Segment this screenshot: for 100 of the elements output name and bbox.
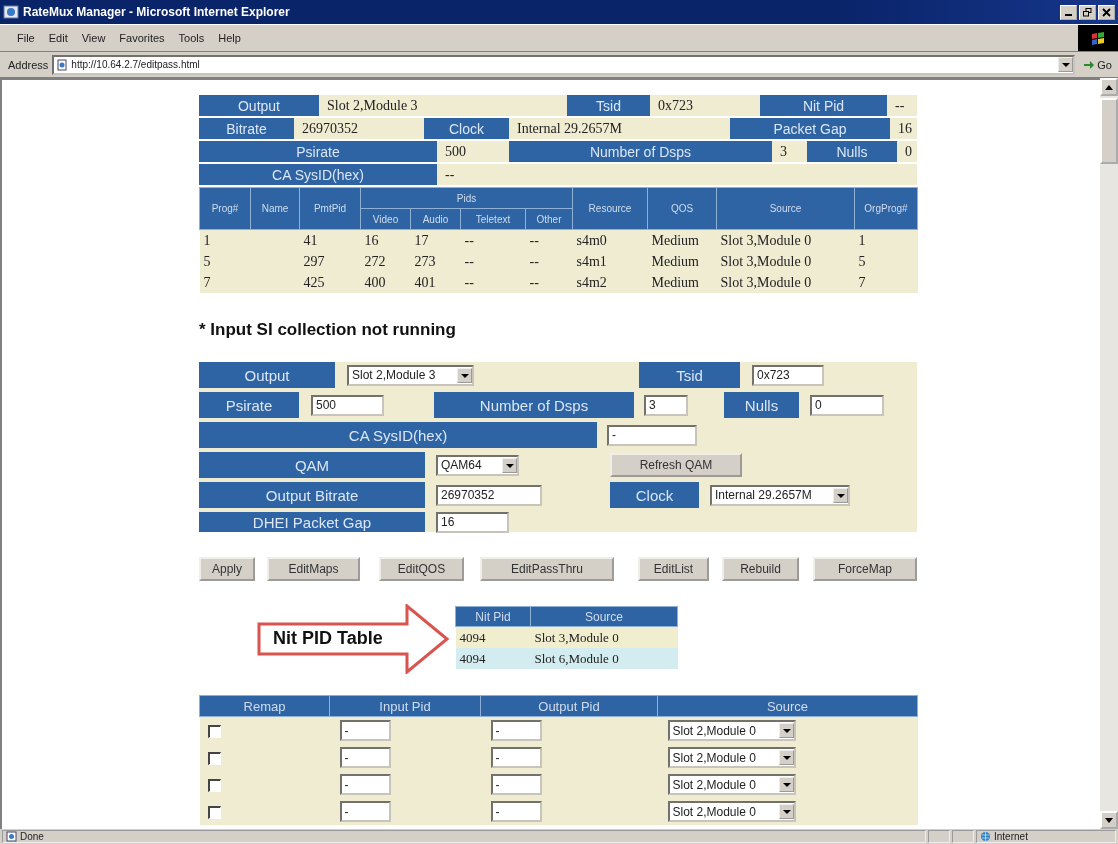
dropdown[interactable]: Slot 2,Module 0 — [667, 720, 796, 741]
column-header: Input Pid — [329, 695, 481, 717]
field-value: Internal 29.2657M — [516, 119, 623, 138]
column-header: Prog# — [199, 187, 251, 230]
field-label: CA SysID(hex) — [199, 422, 597, 448]
column-header: OrgProg# — [854, 187, 918, 230]
menu-item[interactable]: View — [74, 30, 113, 46]
scroll-down-button[interactable] — [1100, 811, 1118, 829]
table-cell: Slot 6,Module 0 — [530, 648, 678, 669]
column-header: Source — [657, 695, 918, 717]
field-label: Tsid — [639, 362, 740, 388]
input-field[interactable]: - — [607, 424, 697, 446]
table-cell: 5 — [199, 251, 251, 272]
column-header: Name — [250, 187, 300, 230]
menu-item[interactable]: File — [10, 30, 42, 46]
table-cell: -- — [460, 251, 526, 272]
field-value: 26970352 — [301, 119, 359, 138]
input-field[interactable]: - — [339, 801, 391, 822]
menu-item[interactable]: Tools — [171, 30, 212, 46]
address-label: Address — [8, 58, 49, 71]
action-button[interactable]: ForceMap — [813, 557, 917, 581]
field-label: Psirate — [199, 141, 437, 162]
input-field[interactable]: 26970352 — [436, 484, 542, 506]
field-label: Nulls — [807, 141, 897, 162]
status-pane — [928, 830, 950, 843]
refresh-button[interactable]: Refresh QAM — [610, 453, 742, 477]
input-field[interactable]: 3 — [644, 394, 688, 416]
page-icon — [56, 58, 69, 71]
dropdown[interactable]: QAM64 — [436, 454, 519, 476]
field-value: 0 — [904, 142, 913, 161]
caret-icon — [457, 367, 472, 383]
field-value: -- — [444, 165, 456, 184]
column-header: Remap — [199, 695, 330, 717]
input-field[interactable]: - — [490, 720, 542, 741]
input-field[interactable]: - — [339, 774, 391, 795]
field-value: 16 — [897, 119, 913, 138]
table-cell: Slot 3,Module 0 — [716, 272, 855, 293]
column-header: Nit Pid — [455, 606, 531, 627]
action-button[interactable]: EditPassThru — [480, 557, 614, 581]
action-button[interactable]: EditQOS — [379, 557, 464, 581]
field-label: Number of Dsps — [434, 392, 634, 418]
field-value: 0x723 — [657, 96, 694, 115]
input-field[interactable]: - — [339, 747, 391, 768]
dropdown[interactable]: Slot 2,Module 0 — [667, 774, 796, 795]
dropdown[interactable]: Slot 2,Module 3 — [347, 364, 474, 386]
column-header: Output Pid — [480, 695, 658, 717]
dropdown[interactable]: Slot 2,Module 0 — [667, 801, 796, 822]
checkbox[interactable] — [207, 778, 221, 792]
input-field[interactable]: - — [490, 747, 542, 768]
input-field[interactable]: 16 — [436, 511, 509, 533]
go-button[interactable]: Go — [1081, 58, 1114, 71]
menu-item[interactable]: Favorites — [112, 30, 172, 46]
page-icon — [6, 831, 17, 842]
table-cell: 272 — [360, 251, 411, 272]
menu-item[interactable]: Help — [211, 30, 248, 46]
scroll-up-button[interactable] — [1100, 78, 1118, 96]
table-cell: 297 — [299, 251, 361, 272]
caret-icon — [833, 487, 848, 503]
minimize-button[interactable] — [1060, 4, 1077, 20]
table-cell: 273 — [410, 251, 461, 272]
arrow-icon — [1083, 58, 1096, 71]
table-cell: s4m2 — [572, 272, 648, 293]
caret-icon — [502, 457, 517, 473]
restore-icon — [1083, 7, 1092, 17]
globe-icon — [980, 831, 991, 842]
action-button[interactable]: Apply — [199, 557, 255, 581]
column-group-header: Pids — [360, 187, 573, 209]
field-label: Psirate — [199, 392, 299, 418]
checkbox[interactable] — [207, 751, 221, 765]
restore-button[interactable] — [1079, 4, 1096, 20]
dropdown[interactable]: Slot 2,Module 0 — [667, 747, 796, 768]
input-field[interactable]: - — [339, 720, 391, 741]
close-button[interactable] — [1098, 4, 1115, 20]
action-button[interactable]: EditList — [638, 557, 709, 581]
table-cell: 4094 — [455, 648, 531, 669]
status-pane — [952, 830, 974, 843]
column-header: Resource — [572, 187, 648, 230]
input-field[interactable]: 0 — [810, 394, 884, 416]
input-field[interactable]: - — [490, 774, 542, 795]
scrollbar-thumb[interactable] — [1100, 98, 1118, 164]
action-button[interactable]: EditMaps — [267, 557, 360, 581]
address-field[interactable]: http://10.64.2.7/editpass.html — [52, 54, 1076, 75]
input-field[interactable]: 0x723 — [752, 364, 824, 386]
checkbox[interactable] — [207, 724, 221, 738]
callout-label: Nit PID Table — [273, 628, 383, 649]
menu-item[interactable]: Edit — [41, 30, 75, 46]
field-label: Number of Dsps — [509, 141, 772, 162]
field-label: Clock — [424, 118, 509, 139]
checkbox[interactable] — [207, 805, 221, 819]
minimize-icon — [1065, 13, 1072, 16]
caret-icon — [778, 750, 794, 765]
dropdown[interactable]: Internal 29.2657M — [710, 484, 850, 506]
down-arrow-icon — [1105, 817, 1113, 823]
input-field[interactable]: 500 — [311, 394, 384, 416]
action-button[interactable]: Rebuild — [722, 557, 799, 581]
table-cell: Medium — [647, 272, 717, 293]
input-field[interactable]: - — [490, 801, 542, 822]
browser-icon — [3, 4, 19, 20]
field-label: QAM — [199, 452, 425, 478]
field-label: Nit Pid — [760, 95, 887, 116]
